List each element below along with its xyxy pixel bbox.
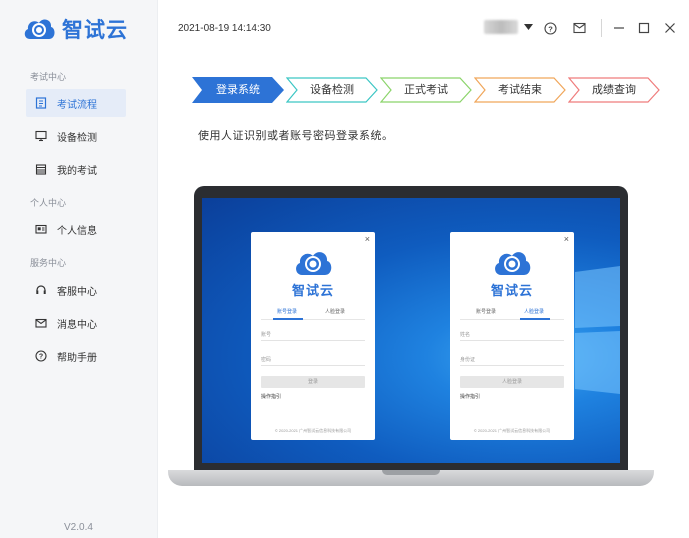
cloud-logo-icon — [296, 252, 332, 275]
face-login-button: 人脸登录 — [460, 376, 564, 388]
close-icon: × — [563, 234, 569, 244]
sidebar-item-help-manual[interactable]: ? 帮助手册 — [26, 342, 126, 370]
svg-text:?: ? — [38, 354, 42, 361]
app-name: 智试云 — [62, 19, 128, 42]
copyright: © 2020-2021 广州智试云信息科技有限公司 — [274, 428, 352, 433]
sidebar-item-device-check[interactable]: 设备检测 — [26, 122, 126, 150]
step-label: 考试结束 — [498, 84, 542, 96]
tab-indicator — [520, 318, 550, 320]
sidebar-item-label: 帮助手册 — [57, 352, 97, 364]
sidebar-item-message-center[interactable]: 消息中心 — [26, 309, 126, 337]
svg-text:?: ? — [548, 24, 553, 33]
sidebar: 智试云 考试中心 考试流程 设备检测 我的考试 个人中心 个人信息 服务中心 客… — [0, 0, 158, 538]
help-link: 操作指引 — [261, 394, 282, 400]
laptop-bezel: × 智试云 账号登录 人脸登录 账号 密码 登录 操作指引 © 2020-202… — [194, 186, 628, 470]
sidebar-item-label: 个人信息 — [57, 225, 97, 237]
titlebar-divider — [601, 19, 602, 37]
step-label: 正式考试 — [404, 84, 448, 96]
step-login[interactable]: 登录系统 — [192, 77, 284, 108]
dialog-app-name: 智试云 — [490, 283, 533, 298]
section-title-exam: 考试中心 — [30, 72, 67, 82]
sidebar-item-label: 客服中心 — [57, 286, 97, 298]
app-version: V2.0.4 — [64, 522, 93, 533]
sidebar-item-label: 消息中心 — [57, 319, 97, 331]
id-card-icon — [34, 223, 47, 236]
step-label: 设备检测 — [310, 84, 354, 96]
sidebar-item-my-exams[interactable]: 我的考试 — [26, 155, 126, 183]
step-label: 登录系统 — [216, 84, 260, 96]
close-icon: × — [364, 234, 370, 244]
step-instruction: 使用人证识别或者账号密码登录系统。 — [198, 130, 394, 142]
step-label: 成绩查询 — [592, 84, 636, 96]
datetime-display: 2021-08-19 14:14:30 — [178, 23, 271, 34]
laptop-screen: × 智试云 账号登录 人脸登录 账号 密码 登录 操作指引 © 2020-202… — [202, 198, 620, 463]
sidebar-item-customer-service[interactable]: 客服中心 — [26, 276, 126, 304]
sidebar-item-label: 我的考试 — [57, 165, 97, 177]
tab-indicator — [273, 318, 303, 320]
sidebar-item-exam-process[interactable]: 考试流程 — [26, 89, 126, 117]
monitor-icon — [34, 130, 47, 143]
step-formal-exam[interactable]: 正式考试 — [379, 77, 472, 108]
help-icon[interactable]: ? — [543, 21, 557, 35]
exam-steps: 登录系统 设备检测 正式考试 考试结束 成绩查询 — [192, 77, 662, 103]
close-icon[interactable] — [663, 21, 677, 35]
user-menu[interactable] — [484, 18, 533, 36]
login-dialog-account: × 智试云 账号登录 人脸登录 账号 密码 登录 操作指引 © 2020-202… — [251, 232, 375, 440]
step-exam-end[interactable]: 考试结束 — [473, 77, 566, 108]
app-logo: 智试云 — [22, 14, 128, 44]
cloud-logo-icon — [495, 252, 531, 275]
dialog-app-name: 智试云 — [291, 283, 334, 298]
login-button: 登录 — [261, 376, 365, 388]
help-link: 操作指引 — [460, 394, 481, 400]
minimize-icon[interactable] — [612, 21, 626, 35]
sidebar-item-label: 设备检测 — [57, 132, 97, 144]
cloud-logo-icon — [24, 19, 55, 39]
account-field: 账号 — [261, 331, 365, 341]
maximize-icon[interactable] — [637, 21, 651, 35]
id-number-field: 身份证 — [460, 356, 564, 366]
password-field: 密码 — [261, 356, 365, 366]
login-dialog-face: × 智试云 账号登录 人脸登录 姓名 身份证 人脸登录 操作指引 © 2020-… — [450, 232, 574, 440]
avatar — [484, 20, 518, 34]
section-title-service: 服务中心 — [30, 258, 67, 268]
name-field: 姓名 — [460, 331, 564, 341]
login-tabs: 账号登录 人脸登录 — [460, 308, 564, 320]
laptop-notch — [382, 470, 440, 475]
laptop-illustration: × 智试云 账号登录 人脸登录 账号 密码 登录 操作指引 © 2020-202… — [168, 186, 654, 486]
help-icon: ? — [34, 350, 47, 363]
tab-face-login: 人脸登录 — [325, 309, 346, 315]
chevron-down-icon — [524, 18, 533, 36]
step-device-check[interactable]: 设备检测 — [285, 77, 378, 108]
mail-icon — [34, 317, 47, 330]
calendar-icon — [34, 163, 47, 176]
login-tabs: 账号登录 人脸登录 — [261, 308, 365, 320]
tab-account-login: 账号登录 — [476, 309, 497, 315]
section-title-personal: 个人中心 — [30, 198, 67, 208]
headset-icon — [34, 284, 47, 297]
mail-icon[interactable] — [572, 21, 586, 35]
sidebar-item-label: 考试流程 — [57, 99, 97, 111]
sidebar-item-personal-info[interactable]: 个人信息 — [26, 215, 126, 243]
tab-face-login: 人脸登录 — [524, 309, 545, 315]
list-icon — [34, 97, 47, 110]
tab-account-login: 账号登录 — [277, 309, 298, 315]
step-score-query[interactable]: 成绩查询 — [567, 77, 660, 108]
copyright: © 2020-2021 广州智试云信息科技有限公司 — [473, 428, 551, 433]
